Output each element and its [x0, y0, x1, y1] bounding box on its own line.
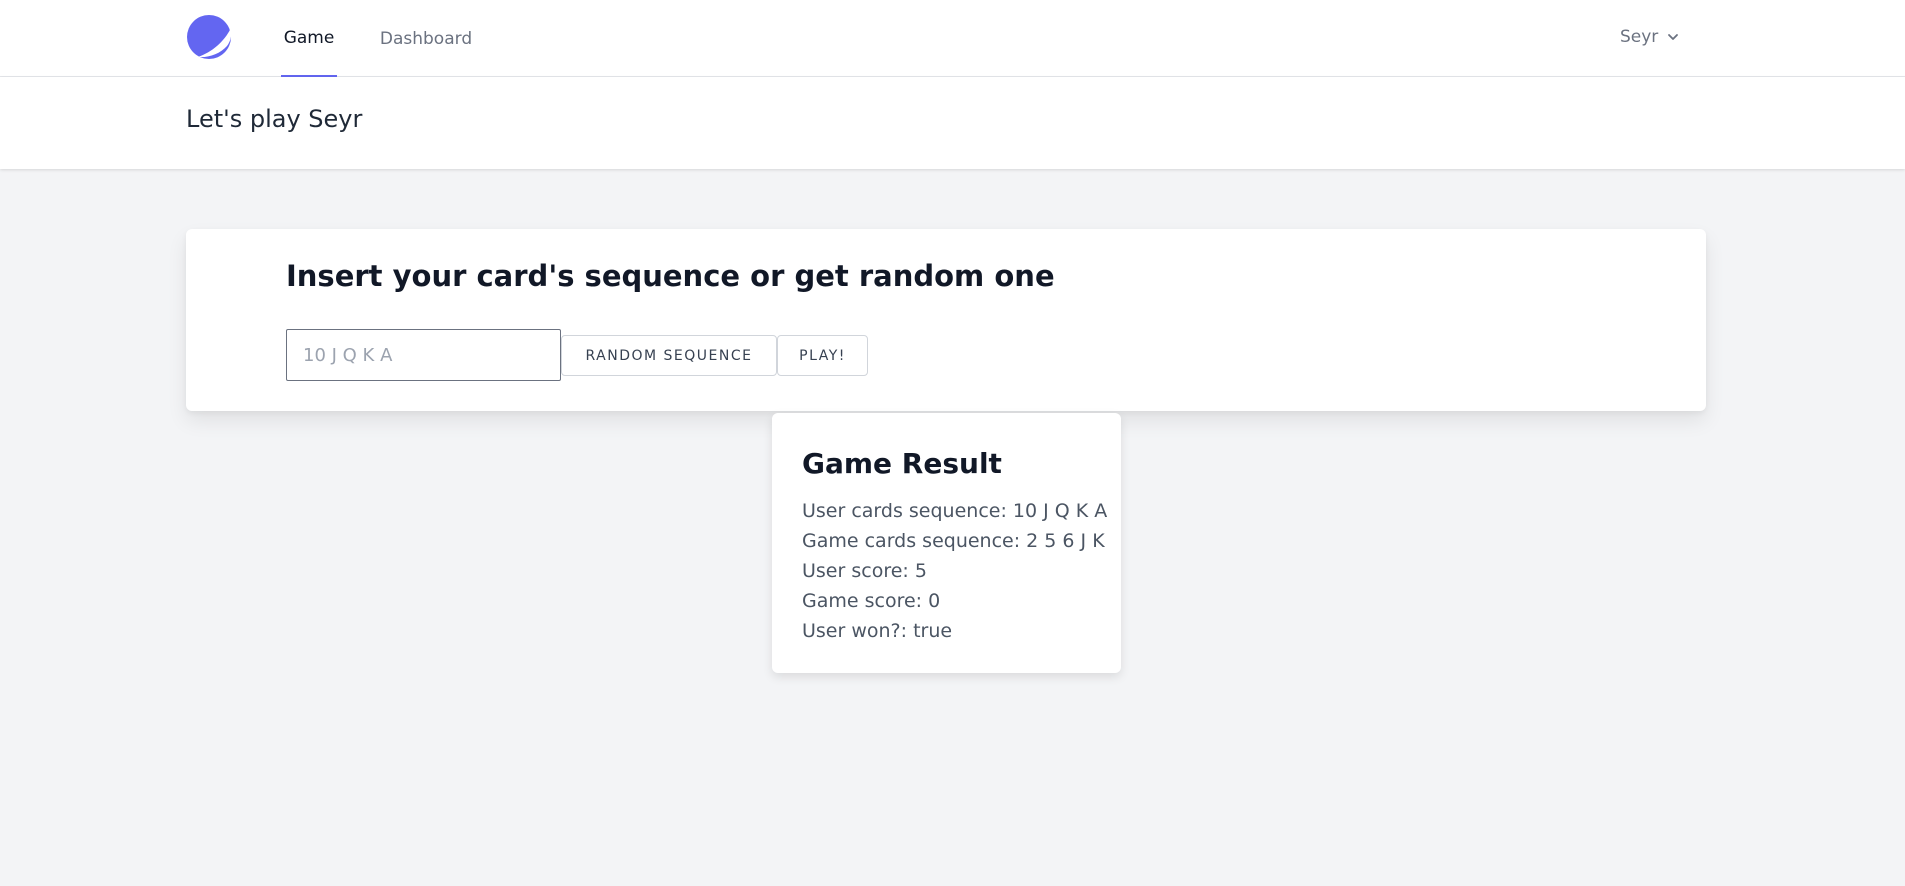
result-game-sequence: Game cards sequence: 2 5 6 J K	[802, 530, 1105, 552]
user-name: Seyr	[1620, 27, 1659, 47]
chevron-down-icon	[1668, 34, 1679, 40]
result-user-won: User won?: true	[802, 620, 953, 642]
nav-link-dashboard-label: Dashboard	[379, 28, 473, 49]
sequence-card: Insert your card's sequence or get rando…	[186, 229, 1706, 411]
logo-icon[interactable]	[186, 14, 232, 60]
nav-link-game[interactable]: Game	[281, 0, 337, 77]
nav-link-dashboard[interactable]: Dashboard	[376, 0, 476, 77]
sequence-heading: Insert your card's sequence or get rando…	[286, 259, 1055, 293]
result-user-sequence: User cards sequence: 10 J Q K A	[802, 500, 1108, 522]
result-title: Game Result	[802, 447, 1002, 480]
sequence-input[interactable]	[286, 329, 561, 381]
nav-link-game-label: Game	[283, 27, 335, 48]
top-navbar: Game Dashboard Seyr	[0, 0, 1905, 77]
result-user-score: User score: 5	[802, 560, 927, 582]
result-game-score: Game score: 0	[802, 590, 941, 612]
random-sequence-button[interactable]: RANDOM SEQUENCE	[561, 335, 777, 376]
game-result-card: Game Result User cards sequence: 10 J Q …	[772, 413, 1121, 673]
page-header: Let's play Seyr	[0, 77, 1905, 169]
user-menu[interactable]: Seyr	[1620, 22, 1680, 52]
play-button[interactable]: PLAY!	[777, 335, 868, 376]
page-title: Let's play Seyr	[186, 105, 363, 133]
